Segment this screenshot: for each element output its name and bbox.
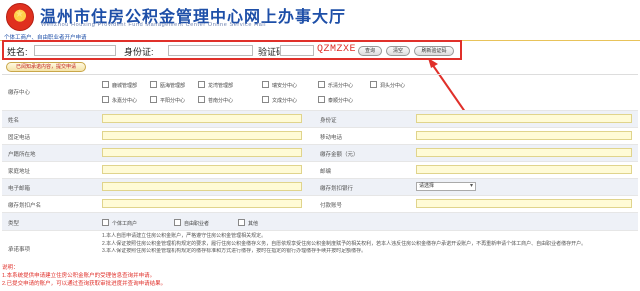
form-row: 家庭地址 邮编 (2, 162, 638, 179)
account-name-label: 缴存划扣户名 (8, 203, 42, 209)
commitment-item: 3.本人保证按照住房公积金管理机构规定的缴存标准和方式进行缴存，按时在指定的银行… (102, 248, 367, 254)
commitment-item: 2.本人保证按照住房公积金管理机构规定的要求，履行住房公积金缴存义务，自愿依规享… (102, 240, 587, 247)
name-label: 姓名: (7, 47, 28, 57)
deposit-amount-label: 缴存金额（元） (320, 152, 359, 158)
form-row: 固定电话 移动电话 (2, 128, 638, 145)
id-field[interactable] (416, 114, 632, 123)
id-search-input[interactable] (168, 45, 253, 56)
form-row: 姓名 身份证 (2, 111, 638, 128)
postcode-field[interactable] (416, 165, 632, 174)
bank-select[interactable]: 请选择 (416, 182, 476, 191)
type-label: 类型 (8, 221, 20, 227)
mobile-field[interactable] (416, 131, 632, 140)
site-subtitle: WenZhou Housing Provident Fund Managemen… (41, 22, 267, 28)
postcode-label: 邮编 (320, 169, 332, 175)
submit-application-button[interactable]: 已阅知承诺内容，提交申请 (6, 62, 86, 72)
commitment-row: 承诺事项 1.本人自愿申请建立住房公积金账户，严格遵守住房公积金管理相关规定。 … (2, 231, 638, 265)
name-field-label: 姓名 (8, 118, 20, 124)
captcha-input[interactable] (280, 45, 314, 56)
center-option[interactable]: 龙湾管理部 (198, 81, 233, 89)
note-item: 2.已提交申请的账户，可以通过查询获取审批进度并查询申请结果。 (2, 281, 167, 287)
hukou-field[interactable] (102, 148, 302, 157)
commitment-item: 1.本人自愿申请建立住房公积金账户，严格遵守住房公积金管理相关规定。 (102, 233, 267, 239)
center-option[interactable]: 文成分中心 (262, 96, 297, 104)
name-search-input[interactable] (34, 45, 116, 56)
account-no-field[interactable] (416, 199, 632, 208)
hukou-label: 户籍所在地 (8, 152, 36, 158)
form-row: 缴存划扣户名 付款账号 (2, 196, 638, 213)
search-panel: 姓名: 身份证: 验证码: QZMZXE 查询 清空 刷新验证码 (2, 40, 462, 60)
form-row: 户籍所在地 缴存金额（元） (2, 145, 638, 162)
refresh-captcha-button[interactable]: 刷新验证码 (414, 46, 454, 56)
captcha-image[interactable]: QZMZXE (317, 44, 356, 55)
emblem-logo (6, 3, 34, 31)
deposit-amount-field[interactable] (416, 148, 632, 157)
account-name-field[interactable] (102, 199, 302, 208)
account-no-label: 付款账号 (320, 203, 343, 209)
center-option[interactable]: 乐清分中心 (318, 81, 353, 89)
application-form: 缴存中心 鹿城管理部 瓯海管理部 龙湾管理部 瑞安分中心 乐清分中心 洞头分中心… (2, 74, 638, 264)
home-phone-field[interactable] (102, 131, 302, 140)
center-option[interactable]: 永嘉分中心 (102, 96, 137, 104)
query-button[interactable]: 查询 (358, 46, 382, 56)
notes-title: 说明： (2, 265, 19, 271)
center-option[interactable]: 苍南分中心 (198, 96, 233, 104)
center-option[interactable]: 鹿城管理部 (102, 81, 137, 89)
home-phone-label: 固定电话 (8, 135, 31, 141)
type-option[interactable]: 个体工商户 (102, 219, 137, 227)
note-item: 1.本系统提供申请建立住房公积金账户的受理信息查询并申请。 (2, 273, 156, 279)
commitment-text: 1.本人自愿申请建立住房公积金账户，严格遵守住房公积金管理相关规定。 2.本人保… (102, 233, 632, 256)
type-option[interactable]: 其他 (238, 219, 258, 227)
clear-button[interactable]: 清空 (386, 46, 410, 56)
email-field[interactable] (102, 182, 302, 191)
commitment-label: 承诺事项 (8, 247, 31, 253)
type-option[interactable]: 自由职业者 (174, 219, 209, 227)
center-label: 缴存中心 (8, 90, 31, 96)
bank-label: 缴存划扣银行 (320, 186, 354, 192)
center-row: 缴存中心 鹿城管理部 瓯海管理部 龙湾管理部 瑞安分中心 乐清分中心 洞头分中心… (2, 75, 638, 111)
center-option[interactable]: 瑞安分中心 (262, 81, 297, 89)
type-row: 类型 个体工商户 自由职业者 其他 (2, 213, 638, 231)
site-header: 温州市住房公积金管理中心网上办事大厅 WenZhou Housing Provi… (0, 0, 640, 36)
center-option[interactable]: 瓯海管理部 (150, 81, 185, 89)
notes: 说明： 1.本系统提供申请建立住房公积金账户的受理信息查询并申请。 2.已提交申… (2, 264, 638, 291)
id-label: 身份证: (124, 47, 154, 57)
address-field[interactable] (102, 165, 302, 174)
email-label: 电子邮箱 (8, 186, 31, 192)
center-option[interactable]: 泰顺分中心 (318, 96, 353, 104)
name-field[interactable] (102, 114, 302, 123)
form-row: 电子邮箱 缴存划扣银行 请选择 (2, 179, 638, 196)
mobile-label: 移动电话 (320, 135, 343, 141)
center-option[interactable]: 平阳分中心 (150, 96, 185, 104)
address-label: 家庭地址 (8, 169, 31, 175)
center-option[interactable]: 洞头分中心 (370, 81, 405, 89)
id-field-label: 身份证 (320, 118, 337, 124)
